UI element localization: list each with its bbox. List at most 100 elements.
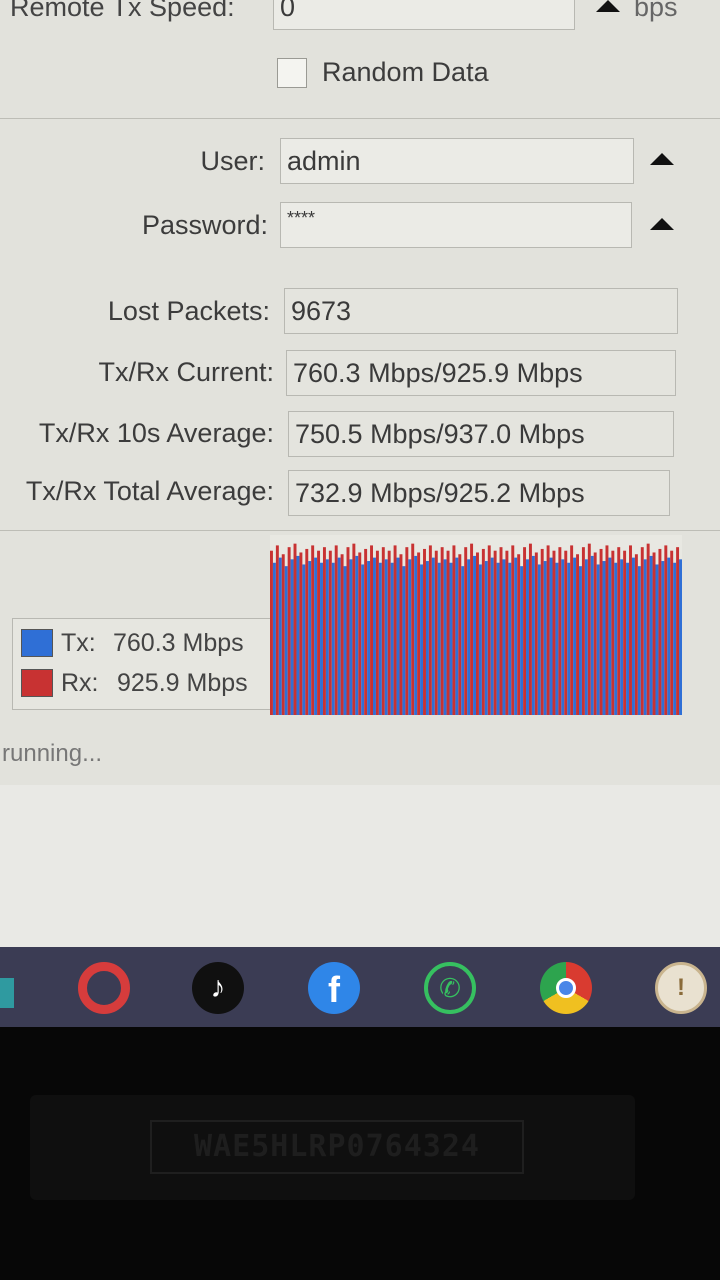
rx-bar	[487, 545, 491, 715]
rx-bar	[552, 550, 556, 715]
tx-bar	[478, 564, 482, 715]
rx-bar	[434, 550, 438, 715]
rx-bar	[381, 547, 385, 715]
rx-bar	[270, 550, 273, 715]
tx-bar	[502, 559, 506, 715]
tx-bar	[579, 566, 582, 715]
txrx-current-value: 760.3 Mbps/925.9 Mbps	[286, 350, 676, 396]
lost-packets-value: 9673	[284, 288, 678, 334]
serial-sticker: WAE5HLRP0764324	[150, 1120, 524, 1174]
tx-legend-value: 760.3 Mbps	[113, 629, 244, 657]
divider	[0, 118, 720, 119]
rx-bar	[287, 547, 291, 715]
rx-bar	[405, 547, 409, 715]
rx-bar	[493, 550, 497, 715]
tx-bar	[626, 562, 630, 715]
rx-bar	[370, 545, 373, 715]
rx-bar	[393, 545, 397, 715]
rx-bar	[623, 550, 627, 715]
rx-bar	[281, 554, 285, 715]
rx-bar	[464, 547, 468, 715]
txrx-10s-average-label: Tx/Rx 10s Average:	[38, 418, 274, 448]
rx-bar	[375, 550, 379, 715]
rx-bar	[364, 548, 368, 715]
tx-bar	[308, 561, 312, 715]
tx-bar	[420, 564, 424, 715]
rx-bar	[334, 545, 338, 715]
rx-bar	[664, 545, 668, 715]
tx-bar	[361, 564, 365, 715]
remote-tx-speed-input[interactable]: 0	[273, 0, 575, 30]
password-input[interactable]: ****	[280, 202, 632, 248]
whatsapp-icon[interactable]: ✆	[424, 962, 476, 1014]
tx-bar	[555, 562, 559, 715]
tiktok-icon[interactable]: ♪	[192, 962, 244, 1014]
rx-bar	[358, 552, 362, 715]
tx-bar	[278, 557, 282, 715]
rx-bar	[640, 547, 644, 715]
rx-bar	[540, 548, 544, 715]
rx-bar	[605, 545, 609, 715]
rx-bar	[511, 545, 515, 715]
tx-bar	[526, 559, 529, 715]
user-arrow-icon[interactable]	[650, 153, 674, 165]
app-icon[interactable]: !	[655, 962, 707, 1014]
user-input[interactable]: admin	[280, 138, 634, 184]
chrome-center	[556, 978, 576, 998]
random-data-checkbox[interactable]	[277, 58, 307, 88]
divider	[0, 530, 720, 531]
tx-bar	[661, 561, 665, 715]
rx-bar	[581, 547, 585, 715]
tx-bar	[496, 562, 500, 715]
rx-bar	[599, 548, 603, 715]
rx-bar	[322, 547, 326, 715]
tx-bar	[549, 557, 553, 715]
tx-bar	[614, 562, 618, 715]
tx-bar	[390, 562, 394, 715]
rx-bar	[411, 543, 415, 715]
rx-bar	[340, 554, 344, 715]
rx-bar	[587, 543, 591, 715]
tx-bar	[667, 557, 671, 715]
tx-bar	[590, 555, 594, 715]
lost-packets-label: Lost Packets:	[107, 296, 270, 326]
rx-bar	[275, 545, 279, 715]
random-data-label: Random Data	[322, 57, 489, 87]
rx-bar	[505, 550, 509, 715]
tx-bar	[473, 555, 476, 715]
opera-icon[interactable]	[78, 962, 130, 1014]
rx-bar	[452, 545, 456, 715]
tx-bar	[290, 559, 294, 715]
rx-bar	[352, 543, 356, 715]
tx-bar	[296, 555, 300, 715]
tx-bar	[331, 562, 335, 715]
rx-bar	[499, 547, 503, 715]
rx-bar	[299, 552, 303, 715]
password-arrow-icon[interactable]	[650, 218, 674, 230]
remote-tx-speed-arrow-icon[interactable]	[596, 0, 620, 12]
rx-bar	[523, 547, 527, 715]
rx-bar	[311, 545, 315, 715]
tx-bar	[631, 557, 635, 715]
rx-bar	[629, 545, 632, 715]
tx-bar	[679, 559, 682, 715]
chrome-icon[interactable]	[540, 962, 592, 1014]
tx-bar	[314, 557, 318, 715]
rx-bar	[611, 550, 615, 715]
tx-bar	[355, 555, 359, 715]
facebook-icon[interactable]: f	[308, 962, 360, 1014]
tx-bar	[384, 559, 388, 715]
tx-swatch	[21, 629, 53, 657]
rx-bar	[470, 543, 474, 715]
tx-bar	[531, 555, 535, 715]
tx-bar	[402, 566, 406, 715]
rx-bar	[293, 543, 297, 715]
rx-bar	[658, 548, 662, 715]
tx-bar	[425, 561, 429, 715]
tx-bar	[431, 557, 435, 715]
rx-bar	[576, 554, 579, 715]
rx-bar	[534, 552, 538, 715]
tx-bar	[272, 562, 276, 715]
txrx-total-average-label: Tx/Rx Total Average:	[25, 476, 274, 506]
taskbar-edge-icon[interactable]	[0, 978, 14, 1008]
